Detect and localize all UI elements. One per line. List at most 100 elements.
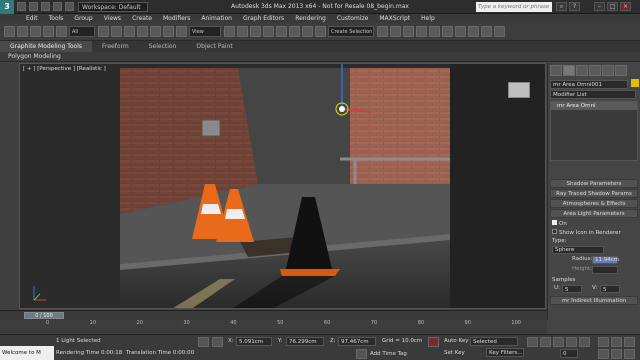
link-icon[interactable] bbox=[30, 26, 41, 37]
tab-object-paint[interactable]: Object Paint bbox=[186, 41, 242, 52]
mirror-icon[interactable] bbox=[377, 26, 388, 37]
type-dropdown[interactable]: Sphere bbox=[552, 246, 604, 254]
move-icon[interactable] bbox=[150, 26, 161, 37]
perspective-viewport[interactable]: [ + ] [Perspective ] [Realistic ] bbox=[19, 63, 546, 309]
utilities-tab-icon[interactable] bbox=[615, 65, 627, 76]
rollout-area-light-parameters[interactable]: Area Light Parameters bbox=[550, 209, 638, 218]
object-color-swatch[interactable] bbox=[631, 79, 639, 87]
object-name-field[interactable]: mr Area Omni001 bbox=[550, 80, 628, 89]
current-frame-input[interactable]: 0 bbox=[560, 349, 578, 358]
select-object-icon[interactable] bbox=[98, 26, 109, 37]
search-input[interactable]: Type a keyword or phrase bbox=[476, 2, 552, 12]
menu-tools[interactable]: Tools bbox=[49, 15, 64, 22]
minimize-button[interactable]: – bbox=[594, 2, 605, 11]
menu-edit[interactable]: Edit bbox=[26, 15, 38, 22]
spinner-snap-icon[interactable] bbox=[302, 26, 313, 37]
menu-group[interactable]: Group bbox=[74, 15, 92, 22]
menu-help[interactable]: Help bbox=[421, 15, 435, 22]
save-file-icon[interactable] bbox=[41, 2, 50, 11]
radius-input[interactable]: 11.94cm bbox=[592, 256, 619, 264]
redo-icon[interactable] bbox=[17, 26, 28, 37]
orbit-icon[interactable] bbox=[624, 349, 635, 359]
tab-freeform[interactable]: Freeform bbox=[92, 41, 139, 52]
show-icon-checkbox[interactable] bbox=[552, 229, 557, 234]
zoom-extents-icon[interactable] bbox=[624, 337, 635, 347]
auto-key-button[interactable]: Auto Key bbox=[444, 338, 469, 344]
next-frame-icon[interactable] bbox=[566, 337, 577, 347]
render-production-icon[interactable] bbox=[494, 26, 505, 37]
maximize-button[interactable]: □ bbox=[607, 2, 618, 11]
named-selection-sets-dropdown[interactable]: Create Selection bbox=[328, 26, 374, 37]
pan-icon[interactable] bbox=[611, 349, 622, 359]
rendered-frame-icon[interactable] bbox=[481, 26, 492, 37]
stack-item-mr-area-omni[interactable]: mr Area Omni bbox=[551, 102, 637, 110]
app-logo-icon[interactable]: 3 bbox=[0, 0, 14, 14]
menu-modifiers[interactable]: Modifiers bbox=[163, 15, 190, 22]
add-time-tag[interactable]: Add Time Tag bbox=[370, 351, 407, 357]
menu-animation[interactable]: Animation bbox=[201, 15, 232, 22]
workspace-dropdown[interactable]: Workspace: Default bbox=[78, 1, 148, 12]
help-icon[interactable]: ? bbox=[569, 2, 580, 11]
tab-graphite-modeling-tools[interactable]: Graphite Modeling Tools bbox=[0, 41, 93, 52]
select-by-name-icon[interactable] bbox=[111, 26, 122, 37]
menu-graph-editors[interactable]: Graph Editors bbox=[243, 15, 284, 22]
absolute-mode-icon[interactable] bbox=[212, 337, 223, 347]
new-file-icon[interactable] bbox=[17, 2, 26, 11]
close-button[interactable]: × bbox=[620, 2, 631, 11]
lock-selection-icon[interactable] bbox=[198, 337, 209, 347]
menu-views[interactable]: Views bbox=[104, 15, 121, 22]
tab-selection[interactable]: Selection bbox=[139, 41, 187, 52]
undo-icon[interactable] bbox=[53, 2, 62, 11]
edit-named-selection-icon[interactable] bbox=[315, 26, 326, 37]
y-coordinate-input[interactable]: 76.299cm bbox=[286, 337, 324, 346]
key-filters-button[interactable]: Key Filters... bbox=[486, 348, 524, 357]
on-checkbox[interactable] bbox=[552, 220, 557, 225]
undo-icon[interactable] bbox=[4, 26, 15, 37]
time-tag-icon[interactable] bbox=[356, 349, 367, 359]
zoom-all-icon[interactable] bbox=[611, 337, 622, 347]
unlink-icon[interactable] bbox=[43, 26, 54, 37]
x-coordinate-input[interactable]: 5.091cm bbox=[236, 337, 272, 346]
curve-editor-icon[interactable] bbox=[429, 26, 440, 37]
selection-filter-dropdown[interactable]: All bbox=[69, 26, 95, 37]
snaps-toggle-icon[interactable] bbox=[263, 26, 274, 37]
rotate-icon[interactable] bbox=[163, 26, 174, 37]
open-file-icon[interactable] bbox=[29, 2, 38, 11]
go-to-end-icon[interactable] bbox=[579, 337, 590, 347]
schematic-view-icon[interactable] bbox=[442, 26, 453, 37]
create-tab-icon[interactable] bbox=[550, 65, 562, 76]
hierarchy-tab-icon[interactable] bbox=[576, 65, 588, 76]
track-bar[interactable]: 0 10 20 30 40 50 60 70 80 90 100 bbox=[0, 320, 547, 334]
menu-rendering[interactable]: Rendering bbox=[295, 15, 326, 22]
menu-maxscript[interactable]: MAXScript bbox=[379, 15, 410, 22]
modify-tab-icon[interactable] bbox=[563, 65, 575, 76]
pivot-center-icon[interactable] bbox=[224, 26, 235, 37]
menu-create[interactable]: Create bbox=[132, 15, 152, 22]
material-editor-icon[interactable] bbox=[455, 26, 466, 37]
keyboard-shortcut-icon[interactable] bbox=[250, 26, 261, 37]
zoom-icon[interactable] bbox=[598, 337, 609, 347]
maxscript-listener[interactable]: Welcome to M bbox=[0, 346, 54, 360]
window-crossing-icon[interactable] bbox=[137, 26, 148, 37]
go-to-start-icon[interactable] bbox=[527, 337, 538, 347]
search-icon[interactable]: ⌕ bbox=[556, 2, 567, 11]
angle-snap-icon[interactable] bbox=[276, 26, 287, 37]
rollout-ray-traced-shadow-params[interactable]: Ray Traced Shadow Params bbox=[550, 189, 638, 198]
graphite-toggle-icon[interactable] bbox=[416, 26, 427, 37]
rollout-mr-indirect-illumination[interactable]: mr Indirect Illumination bbox=[550, 296, 638, 305]
modifier-list-dropdown[interactable]: Modifier List bbox=[550, 90, 636, 99]
reference-coordinate-dropdown[interactable]: View bbox=[189, 26, 221, 37]
u-samples-input[interactable]: 5 bbox=[562, 285, 582, 293]
redo-icon[interactable] bbox=[65, 2, 74, 11]
time-slider[interactable]: 0 / 100 bbox=[24, 312, 64, 319]
layer-manager-icon[interactable] bbox=[403, 26, 414, 37]
scale-icon[interactable] bbox=[176, 26, 187, 37]
motion-tab-icon[interactable] bbox=[589, 65, 601, 76]
rollout-shadow-parameters[interactable]: Shadow Parameters bbox=[550, 179, 638, 188]
z-coordinate-input[interactable]: 97.467cm bbox=[338, 337, 376, 346]
play-icon[interactable] bbox=[553, 337, 564, 347]
align-icon[interactable] bbox=[390, 26, 401, 37]
percent-snap-icon[interactable] bbox=[289, 26, 300, 37]
viewcube-icon[interactable] bbox=[508, 82, 530, 98]
menu-customize[interactable]: Customize bbox=[337, 15, 369, 22]
